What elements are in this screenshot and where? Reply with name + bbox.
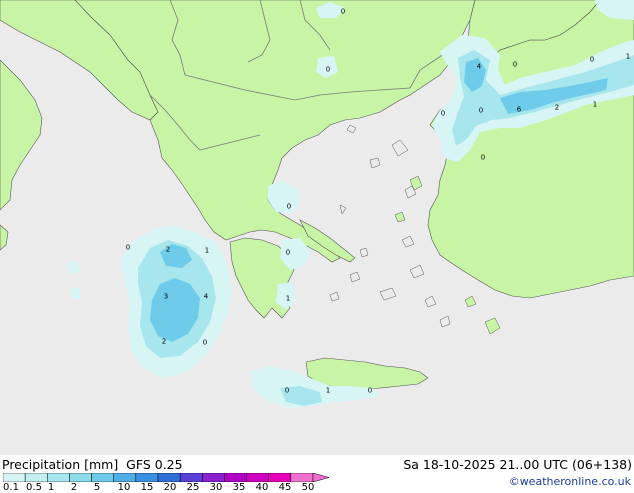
legend-swatch	[268, 473, 292, 482]
map-value-label: 6	[517, 106, 522, 114]
legend-swatch	[179, 473, 203, 482]
legend-overflow-arrow	[312, 473, 329, 482]
legend-tick-label: 25	[186, 482, 200, 493]
legend-tick-label: 0.5	[26, 482, 42, 493]
legend-tick-label: 40	[255, 482, 269, 493]
map-value-label: 1	[626, 53, 630, 61]
map-value-label: 0	[126, 244, 130, 252]
map-value-label: 2	[162, 338, 166, 346]
map-value-label: 0	[203, 339, 207, 347]
map-value-label: 0	[513, 61, 517, 69]
legend-swatch	[202, 473, 225, 482]
map-value-label: 1	[593, 101, 597, 109]
legend-tick-label: 30	[209, 482, 223, 493]
map-value-label: 3	[164, 293, 168, 301]
precip-area-west	[68, 262, 80, 274]
map-value-label: 0	[479, 107, 483, 115]
legend-tick-label: 15	[140, 482, 154, 493]
legend-swatch	[135, 473, 159, 482]
legend-tick-label: 45	[278, 482, 292, 493]
map-value-label: 2	[555, 104, 559, 112]
legend-tick-label: 10	[117, 482, 131, 493]
map-value-label: 0	[590, 56, 594, 64]
map-value-label: 0	[285, 387, 289, 395]
map-value-label: 0	[368, 387, 372, 395]
legend-swatch	[113, 473, 137, 482]
legend-swatch	[91, 473, 114, 482]
legend-swatch	[290, 473, 314, 482]
map-title: Precipitation [mm] GFS 0.25	[2, 457, 183, 472]
map-value-label: 0	[441, 110, 445, 118]
legend-swatch	[224, 473, 247, 482]
valid-time: Sa 18-10-2025 21..00 UTC (06+138)	[403, 457, 632, 472]
precipitation-map: 0 0 4 0 0 1 0 0 6 2 1 0 0 0 2 1 0 3 4 1 2 0 0 1 0	[0, 0, 634, 455]
map-value-label: 0	[341, 8, 345, 16]
legend-swatch	[24, 473, 48, 482]
legend-swatch	[157, 473, 181, 482]
legend-swatch	[69, 473, 92, 482]
legend-tick-label: 20	[163, 482, 177, 493]
legend-footer: Precipitation [mm] GFS 0.25 Sa 18-10-202…	[0, 455, 634, 493]
map-value-label: 0	[481, 154, 485, 162]
legend-tick-label: 5	[93, 482, 101, 493]
legend-tick-label: 35	[232, 482, 246, 493]
map-value-label: 1	[286, 295, 290, 303]
legend-tick-label: 0.1	[3, 482, 19, 493]
model-name: GFS 0.25	[126, 457, 183, 472]
legend-tick-label: 2	[70, 482, 78, 493]
map-value-label: 4	[477, 63, 482, 71]
product-title: Precipitation [mm]	[2, 457, 119, 472]
legend-swatch	[47, 473, 70, 482]
legend-tick-label: 50	[301, 482, 315, 493]
map-value-label: 1	[326, 387, 330, 395]
map-value-label: 4	[204, 293, 209, 301]
site-credit[interactable]: ©weatheronline.co.uk	[509, 475, 631, 488]
color-scale-bar	[3, 473, 329, 482]
map-value-label: 0	[287, 203, 291, 211]
map-value-label: 0	[326, 66, 330, 74]
map-value-label: 0	[286, 249, 290, 257]
precipitation-map-panel: 0040010062100021034120010 Precipitation …	[0, 0, 634, 493]
map-value-label: 2	[166, 246, 170, 254]
legend-swatch	[3, 473, 26, 482]
map-value-label: 1	[205, 247, 209, 255]
legend-tick-label: 1	[47, 482, 55, 493]
legend-swatch	[246, 473, 269, 482]
